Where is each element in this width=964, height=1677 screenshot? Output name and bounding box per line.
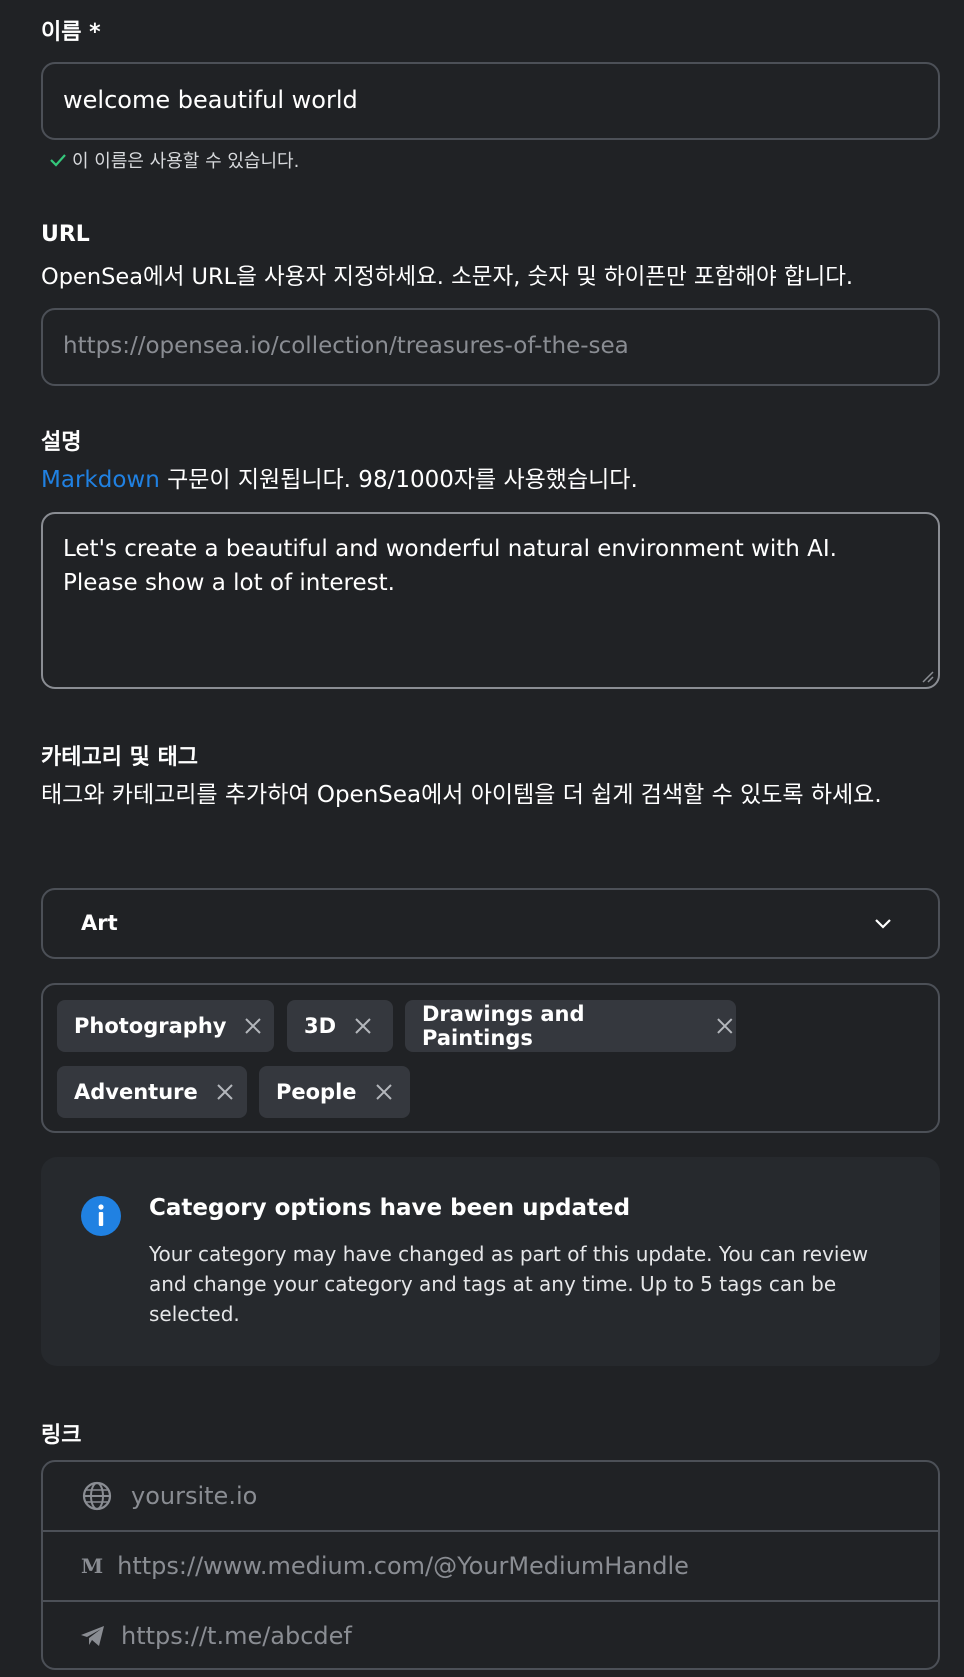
description-textarea[interactable]: Let's create a beautiful and wonderful n… — [41, 512, 940, 689]
link-row-telegram[interactable]: https://t.me/abcdef — [43, 1602, 938, 1668]
tag-chip-drawings-and-paintings: Drawings and Paintings — [405, 1000, 736, 1052]
tag-chip-people: People — [259, 1066, 410, 1118]
name-label: 이름 * — [41, 20, 101, 45]
description-help: Markdown 구문이 지원됩니다. 98/1000자를 사용했습니다. — [41, 462, 638, 498]
category-update-notice: Category options have been updated Your … — [41, 1157, 940, 1366]
tag-label: 3D — [304, 1014, 337, 1038]
markdown-link[interactable]: Markdown — [41, 467, 160, 493]
medium-input-placeholder: https://www.medium.com/@YourMediumHandle — [117, 1552, 689, 1580]
close-icon[interactable] — [214, 1081, 236, 1103]
url-description: OpenSea에서 URL을 사용자 지정하세요. 소문자, 숫자 및 하이픈만… — [41, 264, 854, 290]
category-description: 태그와 카테고리를 추가하여 OpenSea에서 아이템을 더 쉽게 검색할 수… — [41, 782, 882, 808]
url-input[interactable]: https://opensea.io/collection/treasures-… — [41, 308, 940, 386]
url-input-placeholder: https://opensea.io/collection/treasures-… — [63, 333, 629, 359]
resize-handle-icon[interactable] — [920, 669, 934, 683]
tag-chip-3d: 3D — [287, 1000, 393, 1052]
telegram-icon — [81, 1626, 104, 1646]
category-select[interactable]: Art — [41, 888, 940, 959]
link-row-medium[interactable]: M https://www.medium.com/@YourMediumHand… — [43, 1532, 938, 1600]
category-label: 카테고리 및 태그 — [41, 745, 198, 770]
name-input[interactable]: welcome beautiful world — [41, 62, 940, 140]
notice-title: Category options have been updated — [149, 1195, 631, 1221]
link-row-website[interactable]: yoursite.io — [43, 1462, 938, 1530]
tag-label: Photography — [74, 1014, 227, 1038]
tag-label: People — [276, 1080, 357, 1104]
description-textarea-value: Let's create a beautiful and wonderful n… — [63, 536, 837, 596]
url-label: URL — [41, 222, 90, 247]
tag-label: Drawings and Paintings — [422, 1002, 585, 1050]
chevron-down-icon — [875, 919, 891, 929]
tag-chip-photography: Photography — [57, 1000, 274, 1052]
tag-chip-adventure: Adventure — [57, 1066, 247, 1118]
tags-container: Photography 3D Drawings and Paintings Ad… — [41, 983, 940, 1133]
category-selected-value: Art — [81, 911, 118, 935]
close-icon[interactable] — [714, 1015, 736, 1037]
close-icon[interactable] — [242, 1015, 264, 1037]
name-availability-hint: 이 이름은 사용할 수 있습니다. — [48, 147, 299, 173]
close-icon[interactable] — [373, 1081, 395, 1103]
medium-icon: M — [81, 1554, 104, 1578]
info-icon — [81, 1196, 121, 1236]
links-group: yoursite.io M https://www.medium.com/@Yo… — [41, 1460, 940, 1670]
name-hint-text: 이 이름은 사용할 수 있습니다. — [72, 151, 300, 172]
globe-icon — [82, 1481, 112, 1511]
notice-body: Your category may have changed as part o… — [149, 1242, 869, 1326]
close-icon[interactable] — [352, 1015, 374, 1037]
links-label: 링크 — [41, 1423, 82, 1448]
check-icon — [50, 154, 66, 167]
website-input-placeholder: yoursite.io — [131, 1482, 258, 1510]
name-input-value: welcome beautiful world — [63, 86, 358, 114]
tag-label: Adventure — [74, 1080, 198, 1104]
collection-edit-form: 이름 * welcome beautiful world 이 이름은 사용할 수… — [0, 0, 964, 1677]
description-label: 설명 — [41, 430, 82, 455]
telegram-input-placeholder: https://t.me/abcdef — [121, 1622, 352, 1650]
description-help-text: 구문이 지원됩니다. 98/1000자를 사용했습니다. — [159, 467, 638, 493]
